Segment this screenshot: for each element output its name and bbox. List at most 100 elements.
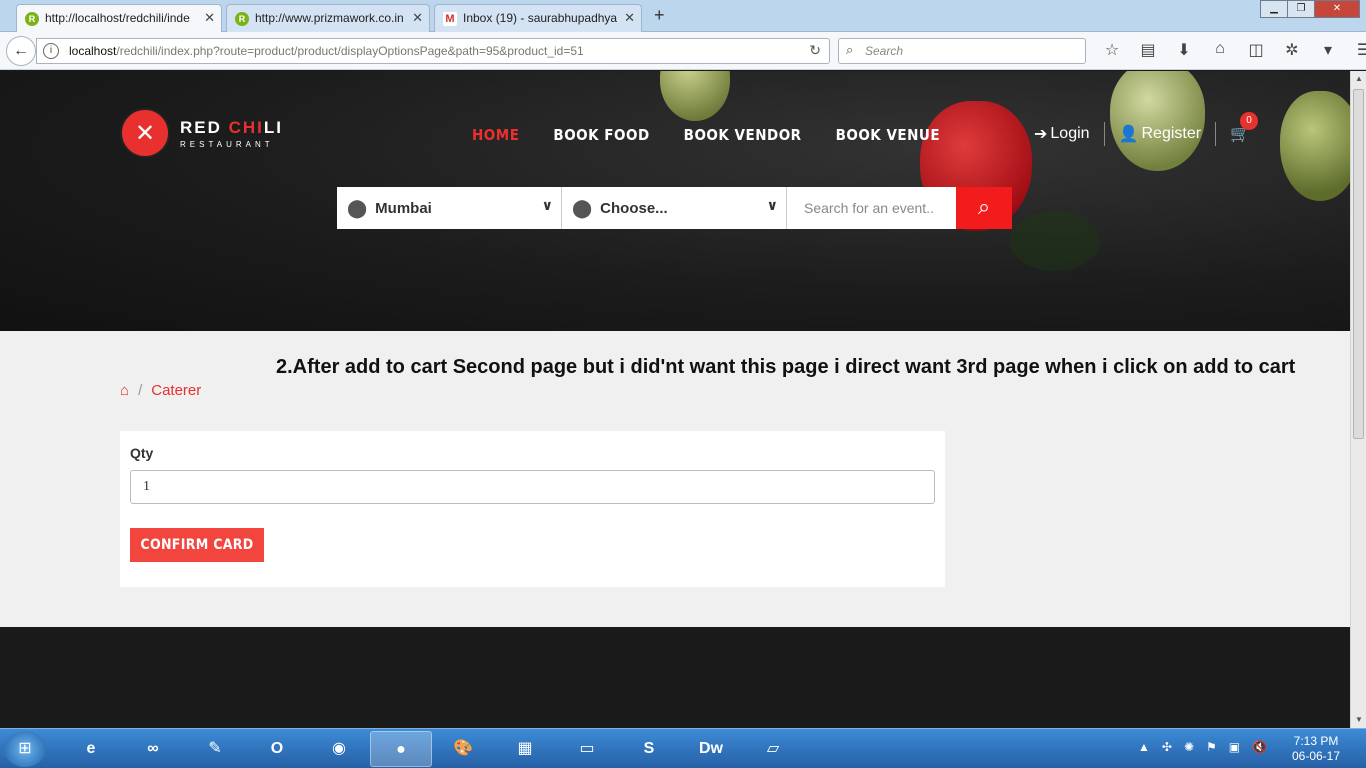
confirm-card-button[interactable]: CONFIRM CARD — [130, 528, 264, 562]
search-placeholder: Search — [865, 44, 904, 58]
divider — [1215, 122, 1217, 146]
venue-select[interactable]: ⬤ Choose... ∨ — [562, 187, 787, 229]
options-form: Qty 1 CONFIRM CARD — [120, 431, 945, 587]
browser-tab[interactable]: M Inbox (19) - saurabhupadhya ✕ — [434, 4, 642, 32]
minimize-icon[interactable]: ▁ — [1260, 0, 1288, 18]
logo-title: RED CHILI — [180, 117, 284, 137]
taskbar-clock[interactable]: 7:13 PM 06-06-17 — [1286, 734, 1346, 764]
event-search-input[interactable]: Search for an event.. — [787, 187, 956, 229]
download-icon[interactable]: ⬇ — [1166, 40, 1202, 60]
notepad-icon[interactable]: ✎ — [184, 731, 246, 767]
avast-icon[interactable]: ✺ — [1184, 740, 1194, 754]
site-favicon-icon: R — [235, 12, 249, 26]
browser-tab[interactable]: R http://www.prizmawork.co.in ✕ — [226, 4, 430, 32]
url-host: localhost — [69, 44, 117, 58]
event-search-bar: ⬤ Mumbai ∨ ⬤ Choose... ∨ Search for an e… — [337, 187, 1012, 229]
scroll-thumb[interactable] — [1353, 89, 1364, 439]
calculator-icon[interactable]: ▦ — [494, 731, 556, 767]
login-link[interactable]: ➔ Login — [1034, 124, 1090, 144]
home-icon[interactable]: ⌂ — [120, 382, 129, 399]
site-logo[interactable]: ✕ RED CHILI RESTAURANT — [120, 108, 283, 158]
close-tab-icon[interactable]: ✕ — [624, 10, 635, 26]
dropdown-icon[interactable]: ▾ — [1310, 40, 1346, 60]
dreamweaver-icon[interactable]: Dw — [680, 731, 742, 767]
firefox-icon[interactable]: ● — [370, 731, 432, 767]
outlook-icon[interactable]: O — [246, 731, 308, 767]
page-scrollbar[interactable]: ▲ ▼ — [1350, 71, 1366, 728]
network-app-icon[interactable]: ✣ — [1162, 740, 1172, 754]
tab-title: Inbox (19) - saurabhupadhya — [463, 11, 618, 25]
divider — [1103, 122, 1105, 146]
window-controls: ▁ ❐ ✕ — [1260, 0, 1360, 18]
map-pin-icon: ⬤ — [347, 197, 368, 218]
scroll-up-icon[interactable]: ▲ — [1351, 71, 1366, 87]
paint-icon[interactable]: 🎨 — [432, 731, 494, 767]
home-icon[interactable]: ⌂ — [1202, 40, 1238, 60]
search-icon: ⌕ — [977, 194, 991, 219]
account-links: ➔ Login 👤 Register 🛒 0 — [1034, 112, 1259, 146]
reading-list-icon[interactable]: ▤ — [1130, 40, 1166, 60]
tab-title: http://www.prizmawork.co.in — [255, 11, 404, 25]
browser-search-input[interactable]: ⌕ Search — [838, 38, 1086, 64]
breadcrumb: ⌂ / Caterer — [120, 382, 201, 399]
city-select[interactable]: ⬤ Mumbai ∨ — [337, 187, 562, 229]
windows-taskbar: ⊞ e ∞ ✎ O ◉ ● 🎨 ▦ ▭ S Dw ▱ ▲ ✣ ✺ ⚑ ▣ 🔇 7… — [0, 728, 1366, 768]
sign-in-icon: ➔ — [1034, 126, 1048, 143]
hero-banner: ✕ RED CHILI RESTAURANT HOME BOOK FOOD BO… — [0, 71, 1350, 331]
sublime-text-icon[interactable]: S — [618, 731, 680, 767]
chevron-down-icon: ∨ — [541, 197, 553, 213]
network-icon[interactable]: ▣ — [1229, 740, 1240, 754]
windows-start-icon[interactable]: ⊞ — [4, 731, 46, 767]
chrome-icon[interactable]: ◉ — [308, 731, 370, 767]
tab-title: http://localhost/redchili/inde — [45, 11, 190, 25]
menu-book-vendor[interactable]: BOOK VENDOR — [684, 126, 802, 144]
new-tab-icon[interactable]: + — [654, 5, 665, 26]
notes-icon[interactable]: ▱ — [742, 731, 804, 767]
maximize-icon[interactable]: ❐ — [1287, 0, 1315, 18]
register-link[interactable]: 👤 Register — [1119, 124, 1202, 144]
action-center-flag-icon[interactable]: ⚑ — [1206, 740, 1217, 754]
show-hidden-icon[interactable]: ▲ — [1138, 740, 1150, 754]
close-tab-icon[interactable]: ✕ — [412, 10, 423, 26]
file-explorer-icon[interactable]: ▭ — [556, 731, 618, 767]
clock-date: 06-06-17 — [1291, 749, 1341, 763]
info-icon[interactable]: i — [43, 43, 59, 59]
close-tab-icon[interactable]: ✕ — [204, 10, 215, 26]
page-annotation-heading: 2.After add to cart Second page but i di… — [276, 356, 1296, 378]
site-footer — [0, 627, 1350, 728]
back-arrow-icon[interactable]: ← — [6, 36, 36, 66]
strawberry-image — [1110, 71, 1205, 171]
pocket-icon[interactable]: ◫ — [1238, 40, 1274, 60]
taskbar-apps: e ∞ ✎ O ◉ ● 🎨 ▦ ▭ S Dw ▱ — [60, 731, 804, 767]
logo-subtitle: RESTAURANT — [180, 139, 274, 149]
cart-button[interactable]: 🛒 0 — [1230, 112, 1259, 144]
cart-count-badge: 0 — [1240, 112, 1259, 130]
extension-icon[interactable]: ✲ — [1274, 40, 1310, 60]
browser-tab-active[interactable]: R http://localhost/redchili/inde ✕ — [16, 4, 222, 33]
qty-input[interactable]: 1 — [130, 470, 935, 504]
close-window-icon[interactable]: ✕ — [1314, 0, 1360, 18]
system-tray: ▲ ✣ ✺ ⚑ ▣ 🔇 — [1138, 740, 1279, 754]
breadcrumb-caterer[interactable]: Caterer — [151, 382, 201, 399]
chevron-down-icon: ∨ — [766, 197, 778, 213]
menu-book-venue[interactable]: BOOK VENUE — [836, 126, 941, 144]
volume-muted-icon[interactable]: 🔇 — [1252, 740, 1267, 754]
menu-icon[interactable]: ☰ — [1346, 40, 1366, 60]
reload-icon[interactable]: ↻ — [809, 42, 821, 59]
menu-home[interactable]: HOME — [472, 126, 519, 144]
scroll-down-icon[interactable]: ▼ — [1351, 712, 1366, 728]
strawberry-image — [1280, 91, 1350, 201]
web-page: ✕ RED CHILI RESTAURANT HOME BOOK FOOD BO… — [0, 71, 1350, 728]
internet-explorer-icon[interactable]: e — [60, 731, 122, 767]
search-icon: ⌕ — [846, 42, 854, 57]
menu-book-food[interactable]: BOOK FOOD — [553, 126, 649, 144]
gmail-icon: M — [443, 12, 457, 26]
breadcrumb-separator: / — [138, 382, 143, 399]
search-button[interactable]: ⌕ — [956, 187, 1012, 229]
browser-tab-bar: R http://localhost/redchili/inde ✕ R htt… — [0, 0, 1366, 33]
main-menu: HOME BOOK FOOD BOOK VENDOR BOOK VENUE — [472, 126, 974, 144]
address-bar[interactable]: i localhost/redchili/index.php?route=pro… — [36, 38, 830, 64]
infinity-app-icon[interactable]: ∞ — [122, 731, 184, 767]
toolbar-icons: ☆ ▤ ⬇ ⌂ ◫ ✲ ▾ ☰ — [1094, 40, 1366, 60]
bookmark-star-icon[interactable]: ☆ — [1094, 40, 1130, 60]
